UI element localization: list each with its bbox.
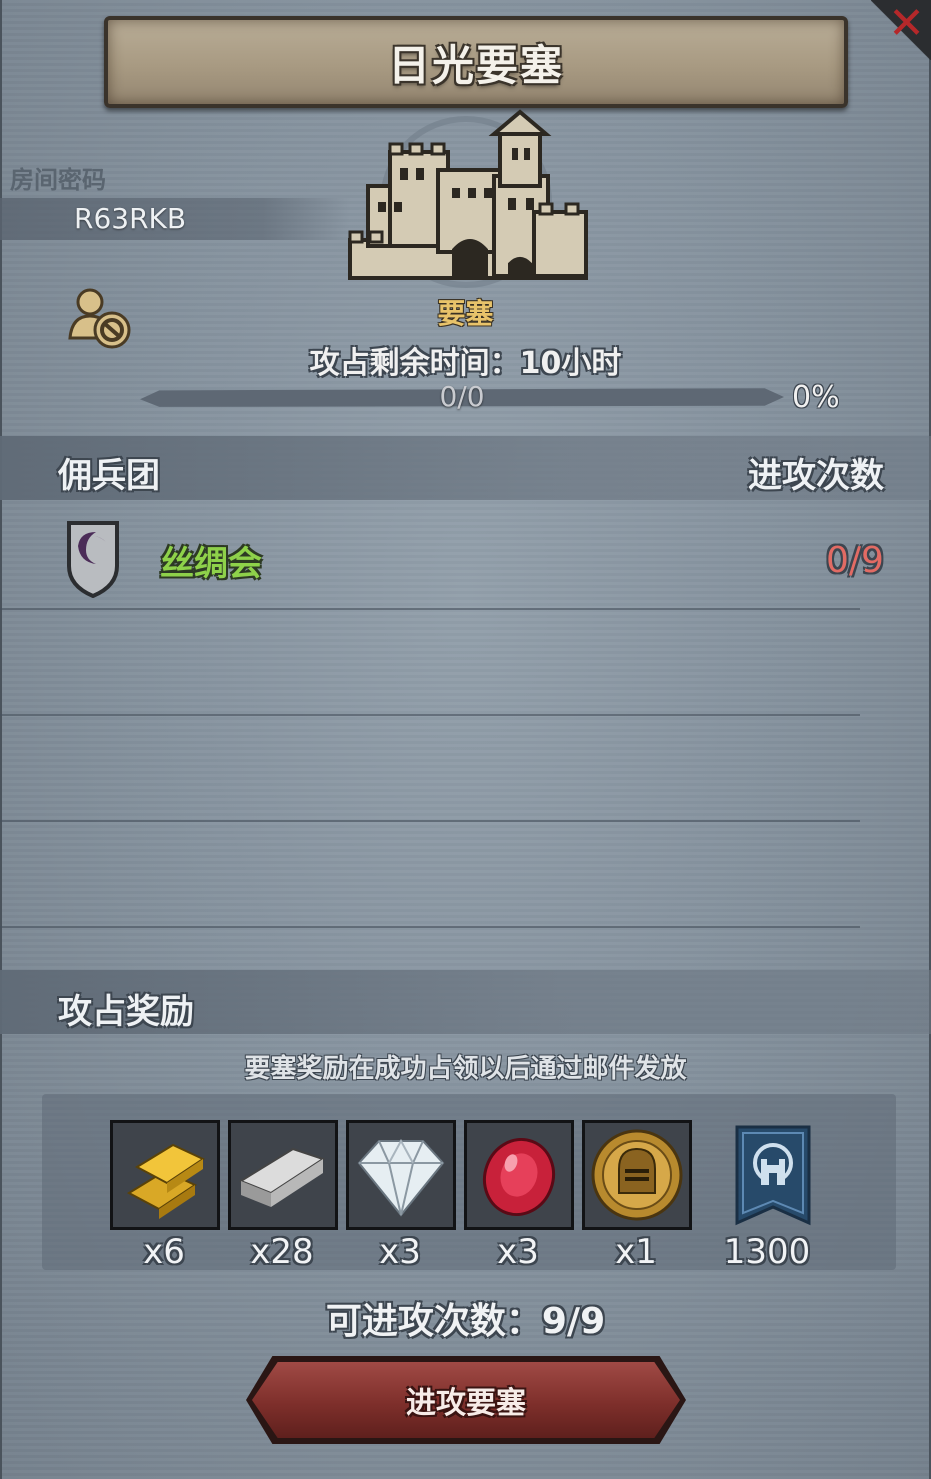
reward-qty: 1300 — [723, 1232, 811, 1272]
room-code-value[interactable]: R63RKB — [74, 202, 186, 235]
close-x-icon[interactable]: ✕ — [888, 0, 925, 49]
page-title: 日光要塞 — [387, 40, 564, 90]
fortress-icon — [348, 109, 588, 280]
available-attacks: 可进攻次数：9/9 — [325, 1301, 606, 1342]
attack-fortress-button[interactable]: 进攻要塞 — [252, 1362, 680, 1438]
rewards-header: 攻占奖励 — [58, 992, 194, 1032]
attack-button-label: 进攻要塞 — [406, 1386, 526, 1421]
rewards-note: 要塞奖励在成功占领以后通过邮件发放 — [244, 1054, 687, 1084]
mercenary-row-empty — [0, 822, 860, 928]
fortress-panel: ✕ 日光要塞 房间密码 R63RKB 要塞 攻占剩余时间：10小时 0/0 0%… — [0, 0, 931, 1479]
capture-time-remaining: 攻占剩余时间：10小时 — [309, 346, 622, 381]
reward-item-coin[interactable] — [582, 1120, 692, 1230]
reward-item-diamond[interactable] — [346, 1120, 456, 1230]
gold-bars-icon — [113, 1123, 217, 1227]
reward-qty: x1 — [615, 1232, 657, 1272]
capture-progress-count: 0/0 — [439, 380, 485, 413]
capture-progress-percent: 0% — [792, 380, 840, 415]
reward-item-ruby[interactable] — [464, 1120, 574, 1230]
guild-attack-count: 0/9 — [826, 540, 884, 581]
reward-qty: x3 — [379, 1232, 421, 1272]
close-button[interactable]: ✕ — [871, 0, 931, 60]
fortress-banner-icon — [735, 1125, 811, 1226]
attacks-column-header: 进攻次数 — [748, 456, 884, 496]
title-banner: 日光要塞 — [104, 16, 848, 108]
reward-item-banner[interactable] — [718, 1120, 828, 1230]
diamond-icon — [349, 1123, 453, 1227]
reward-item-silver[interactable] — [228, 1120, 338, 1230]
reward-item-gold[interactable] — [110, 1120, 220, 1230]
mercenary-row-empty — [0, 610, 860, 716]
fortress-type-label: 要塞 — [437, 297, 494, 330]
guild-name[interactable]: 丝绸会 — [160, 536, 262, 585]
ruby-icon — [467, 1123, 571, 1227]
silver-ingot-icon — [231, 1123, 335, 1227]
room-code-label: 房间密码 — [10, 166, 106, 194]
reward-qty: x28 — [250, 1232, 314, 1272]
knight-coin-icon — [585, 1123, 689, 1227]
mercenary-row-empty — [0, 716, 860, 822]
mercenary-row[interactable] — [0, 504, 860, 610]
reward-qty: x6 — [143, 1232, 185, 1272]
crescent-shield-icon — [67, 521, 119, 598]
mercenary-header: 佣兵团 — [58, 456, 160, 496]
reward-qty: x3 — [497, 1232, 539, 1272]
